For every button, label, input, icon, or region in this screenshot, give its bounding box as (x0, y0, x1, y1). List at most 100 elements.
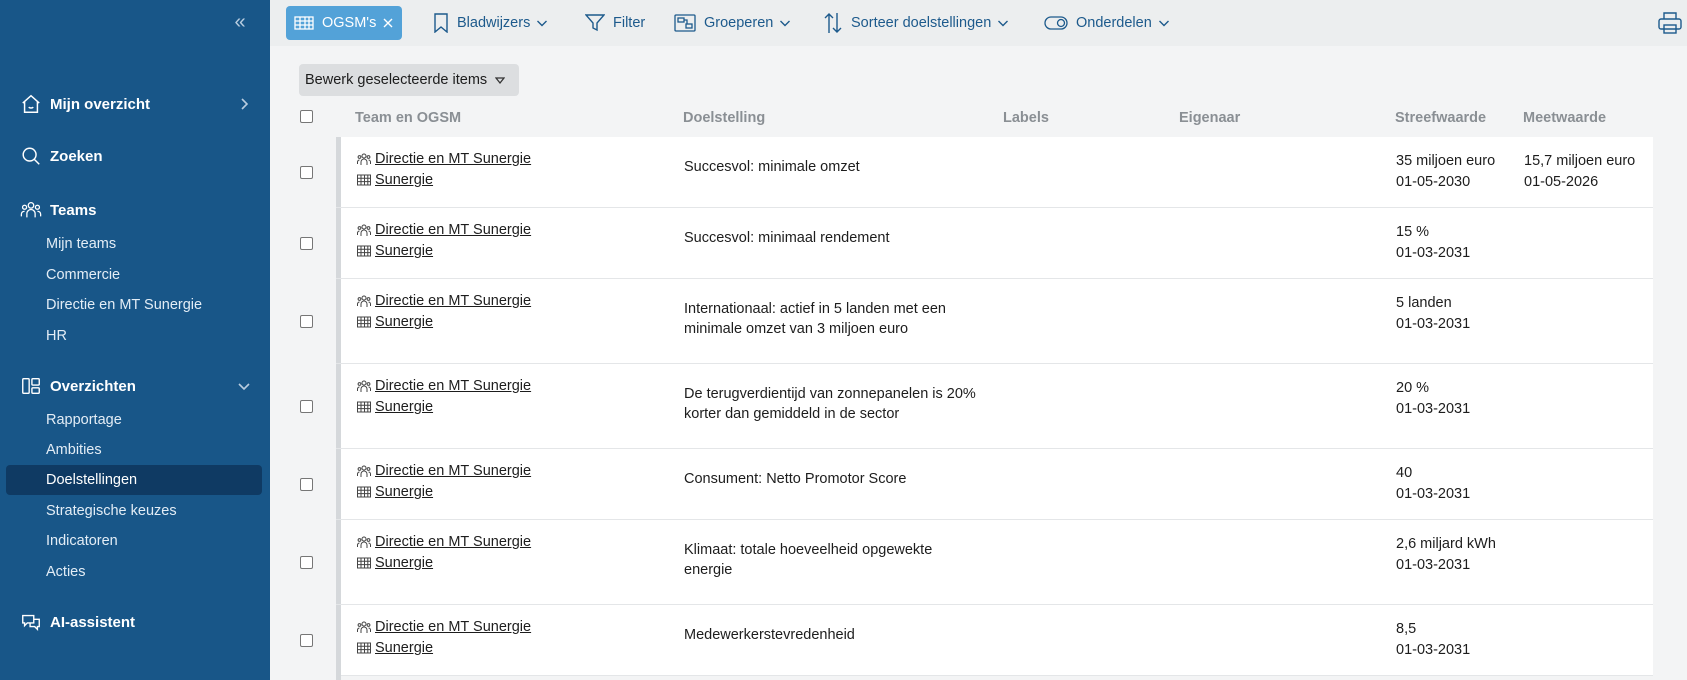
sidebar-item-rapportage[interactable]: Rapportage (6, 405, 262, 435)
sidebar-item-acties[interactable]: Acties (6, 557, 262, 587)
nav-teams[interactable]: Teams (20, 196, 96, 224)
row-checkbox[interactable] (300, 556, 313, 569)
sidebar-item-directie[interactable]: Directie en MT Sunergie (6, 290, 262, 320)
target-date: 01-05-2030 (1396, 174, 1471, 190)
sidebar-item-doelstellingen[interactable]: Doelstellingen (6, 465, 262, 495)
bookmarks-button[interactable]: Bladwijzers (433, 6, 548, 40)
goal-text: Medewerkerstevredenheid (684, 627, 855, 643)
team-link[interactable]: Directie en MT Sunergie (357, 378, 531, 394)
ogsm-link[interactable]: Sunergie (357, 314, 433, 330)
row-accent (336, 364, 341, 448)
sort-button[interactable]: Sorteer doelstellingen (823, 6, 1009, 40)
row-checkbox[interactable] (300, 478, 313, 491)
nav-overzichten[interactable]: Overzichten (20, 372, 136, 400)
ogsm-link[interactable]: Sunergie (357, 484, 433, 500)
target-value: 20 % (1396, 380, 1430, 396)
grid-icon (357, 174, 371, 186)
filter-icon (585, 14, 605, 32)
select-all-checkbox[interactable] (300, 110, 313, 123)
target-value: 8,5 (1396, 621, 1417, 637)
header-team-ogsm[interactable]: Team en OGSM (355, 110, 461, 126)
bookmarks-label: Bladwijzers (457, 15, 531, 31)
nav-zoeken[interactable]: Zoeken (20, 142, 103, 170)
row-accent (336, 520, 341, 604)
ogsm-link[interactable]: Sunergie (357, 555, 433, 571)
team-icon (357, 621, 371, 633)
sidebar-item-strategische-keuzes[interactable]: Strategische keuzes (6, 496, 262, 526)
sidebar-item-mijn-teams[interactable]: Mijn teams (6, 229, 262, 259)
grid-icon (357, 245, 371, 257)
parts-label: Onderdelen (1076, 15, 1152, 31)
team-link[interactable]: Directie en MT Sunergie (357, 463, 531, 479)
header-streefwaarde[interactable]: Streefwaarde (1395, 110, 1486, 126)
chevron-down-icon[interactable] (236, 378, 252, 394)
nav-teams-label: Teams (50, 201, 97, 219)
ogsm-filter-chip[interactable]: OGSM's (286, 6, 403, 40)
grid-icon (294, 16, 314, 30)
goal-text: Internationaal: actief in 5 landen met e… (684, 301, 946, 337)
group-label: Groeperen (704, 15, 774, 31)
grid-icon (357, 486, 371, 498)
collapse-sidebar-icon[interactable]: « (230, 12, 250, 32)
team-link[interactable]: Directie en MT Sunergie (357, 222, 531, 238)
measure-date: 01-05-2026 (1524, 174, 1599, 190)
chevron-down-icon (998, 20, 1009, 27)
goal-text: Succesvol: minimale omzet (684, 159, 860, 175)
ogsm-link[interactable]: Sunergie (357, 640, 433, 656)
team-link[interactable]: Directie en MT Sunergie (357, 293, 531, 309)
row-checkbox[interactable] (300, 400, 313, 413)
target-value: 2,6 miljard kWh (1396, 536, 1496, 552)
target-value: 5 landen (1396, 295, 1452, 311)
row-accent (336, 605, 341, 680)
team-link[interactable]: Directie en MT Sunergie (357, 534, 531, 550)
ogsm-link[interactable]: Sunergie (357, 172, 433, 188)
row-checkbox[interactable] (300, 634, 313, 647)
nav-ai-assistent-label: AI-assistent (50, 613, 136, 631)
nav-mijn-overzicht[interactable]: Mijn overzicht (20, 90, 150, 118)
goal-text: Klimaat: totale hoeveelheid opgewekte en… (684, 542, 933, 578)
filter-button[interactable]: Filter (585, 6, 651, 40)
row-checkbox[interactable] (300, 315, 313, 328)
chevron-right-icon[interactable] (236, 96, 252, 112)
row-accent (336, 137, 341, 207)
nav-ai-assistent[interactable]: AI-assistent (20, 608, 135, 636)
row-accent (336, 449, 341, 519)
ogsm-link[interactable]: Sunergie (357, 243, 433, 259)
sidebar-item-commercie[interactable]: Commercie (6, 260, 262, 290)
search-icon (20, 145, 42, 167)
row-accent (336, 208, 341, 278)
parts-button[interactable]: Onderdelen (1044, 6, 1170, 40)
bulk-edit-dropdown[interactable]: Bewerk geselecteerde items (299, 64, 519, 96)
group-button[interactable]: Groeperen (674, 6, 791, 40)
team-icon (357, 224, 371, 236)
sidebar-item-hr[interactable]: HR (6, 321, 262, 351)
ogsm-chip-label: OGSM's (322, 15, 377, 31)
sidebar-item-ambities[interactable]: Ambities (6, 435, 262, 465)
header-labels[interactable]: Labels (1003, 110, 1049, 126)
team-link[interactable]: Directie en MT Sunergie (357, 151, 531, 167)
header-doelstelling[interactable]: Doelstelling (683, 110, 765, 126)
print-button[interactable] (1657, 10, 1683, 36)
row-checkbox[interactable] (300, 166, 313, 179)
row-accent (336, 279, 341, 363)
header-eigenaar[interactable]: Eigenaar (1179, 110, 1240, 126)
team-icon (357, 465, 371, 477)
filter-label: Filter (613, 15, 646, 31)
team-icon (20, 199, 42, 221)
sidebar-item-indicatoren[interactable]: Indicatoren (6, 526, 262, 556)
header-meetwaarde[interactable]: Meetwaarde (1523, 110, 1606, 126)
nav-overzichten-label: Overzichten (50, 377, 136, 395)
group-icon (674, 14, 696, 32)
team-icon (357, 295, 371, 307)
overview-icon (20, 375, 42, 397)
team-link[interactable]: Directie en MT Sunergie (357, 619, 531, 635)
target-value: 40 (1396, 465, 1413, 481)
print-icon (1658, 12, 1682, 34)
nav-zoeken-label: Zoeken (50, 147, 103, 165)
target-value: 15 % (1396, 224, 1430, 240)
row-checkbox[interactable] (300, 237, 313, 250)
ogsm-link[interactable]: Sunergie (357, 399, 433, 415)
close-icon[interactable] (382, 17, 394, 29)
goal-text: Consument: Netto Promotor Score (684, 471, 907, 487)
bookmark-icon (434, 13, 448, 33)
